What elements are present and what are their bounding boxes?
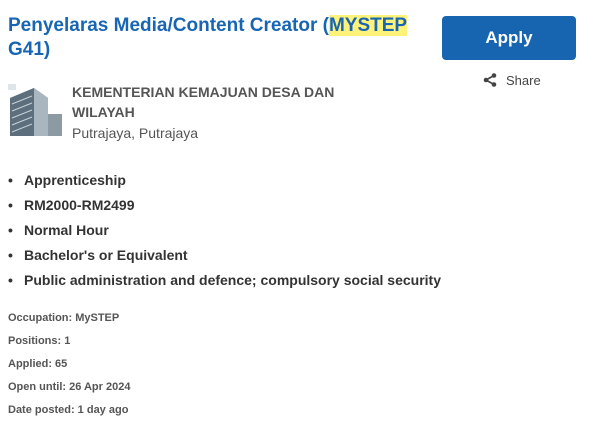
job-meta: Occupation: MySTEP Positions: 1 Applied:… [8,310,130,425]
apply-button[interactable]: Apply [442,16,576,60]
bullet: • [8,247,13,263]
attribute-education: Bachelor's or Equivalent [24,247,188,263]
meta-occupation: Occupation: MySTEP [8,312,120,324]
meta-positions: Positions: 1 [8,335,71,347]
company-name[interactable]: KEMENTERIAN KEMAJUAN DESA DAN WILAYAH [72,82,372,122]
company-logo [8,84,64,136]
share-icon [483,73,497,87]
job-location: Putrajaya, Putrajaya [72,125,199,141]
meta-open-until: Open until: 26 Apr 2024 [8,381,131,393]
attribute-hours: Normal Hour [24,222,109,238]
bullet: • [8,172,13,188]
job-title-prefix: Penyelaras Media/Content Creator ( [8,15,329,36]
bullet: • [8,272,13,288]
job-title[interactable]: Penyelaras Media/Content Creator (MYSTEP… [8,14,408,62]
attribute-item: • Apprenticeship [8,170,441,195]
meta-date-posted: Date posted: 1 day ago [8,404,129,416]
job-title-suffix: G41) [8,39,51,60]
share-label: Share [506,72,541,88]
attribute-item: • Bachelor's or Equivalent [8,245,441,270]
meta-applied: Applied: 65 [8,358,68,370]
attribute-employment-type: Apprenticeship [24,172,126,188]
job-attributes: • Apprenticeship • RM2000-RM2499 • Normal H… [8,170,441,295]
attribute-salary: RM2000-RM2499 [24,197,135,213]
bullet: • [8,197,13,213]
attribute-item: • Normal Hour [8,220,441,245]
attribute-industry: Public administration and defence; compu… [24,272,441,288]
job-title-highlight: MYSTEP [328,15,407,36]
bullet: • [8,222,13,238]
share-button[interactable]: Share [483,71,541,89]
attribute-item: • RM2000-RM2499 [8,195,441,220]
attribute-item: • Public administration and defence; comp… [8,270,441,295]
